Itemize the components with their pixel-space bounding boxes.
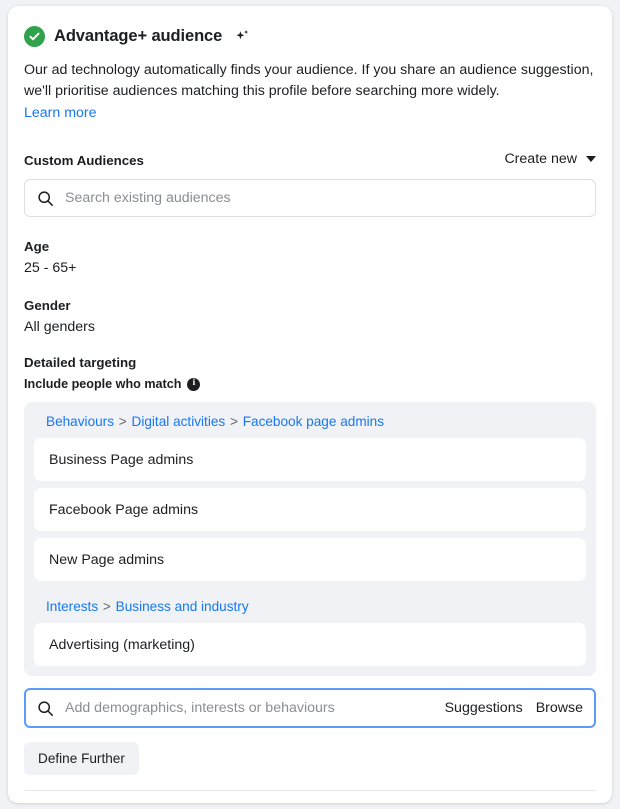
- age-label: Age: [24, 239, 50, 254]
- targeting-item[interactable]: Business Page admins: [34, 438, 586, 481]
- include-people-who-match: Include people who match i: [24, 377, 596, 391]
- define-further-button[interactable]: Define Further: [24, 742, 139, 775]
- chevron-down-icon: [586, 156, 596, 162]
- create-new-dropdown[interactable]: Create new: [504, 151, 596, 168]
- breadcrumb-link[interactable]: Facebook page admins: [243, 414, 384, 429]
- advantage-audience-card: Advantage+ audience Our ad technology au…: [8, 6, 612, 803]
- add-targeting-actions: Suggestions Browse: [445, 700, 583, 716]
- description-block: Our ad technology automatically finds yo…: [24, 60, 594, 124]
- suggestions-button[interactable]: Suggestions: [445, 700, 523, 716]
- breadcrumb-link[interactable]: Digital activities: [132, 414, 226, 429]
- targeting-item[interactable]: New Page admins: [34, 538, 586, 581]
- card-header: Advantage+ audience: [24, 26, 596, 47]
- targeting-panel: Behaviours > Digital activities > Facebo…: [24, 402, 596, 676]
- gender-label: Gender: [24, 298, 71, 313]
- custom-audiences-search-input[interactable]: Search existing audiences: [24, 179, 596, 217]
- custom-audiences-header: Custom Audiences Create new: [24, 151, 596, 168]
- create-new-label: Create new: [504, 151, 577, 167]
- breadcrumb: Behaviours > Digital activities > Facebo…: [46, 414, 385, 429]
- gender-value: All genders: [24, 319, 95, 335]
- breadcrumb-link[interactable]: Behaviours: [46, 414, 114, 429]
- footer-divider: [24, 790, 596, 791]
- search-icon: [37, 190, 54, 207]
- detailed-targeting-label: Detailed targeting: [24, 355, 137, 370]
- page-title: Advantage+ audience: [54, 27, 223, 45]
- custom-audiences-label: Custom Audiences: [24, 153, 144, 168]
- info-icon[interactable]: i: [187, 377, 201, 391]
- age-value: 25 - 65+: [24, 260, 77, 276]
- age-section: Age 25 - 65+: [24, 239, 596, 276]
- targeting-item[interactable]: Advertising (marketing): [34, 623, 586, 666]
- breadcrumb: Interests > Business and industry: [46, 599, 249, 614]
- search-icon: [37, 700, 54, 717]
- custom-audiences-search-placeholder: Search existing audiences: [65, 190, 231, 206]
- detailed-targeting-section: Detailed targeting Include people who ma…: [24, 355, 596, 775]
- add-targeting-input[interactable]: Add demographics, interests or behaviour…: [24, 688, 596, 728]
- check-circle-icon: [24, 26, 45, 47]
- page-background: Advantage+ audience Our ad technology au…: [0, 0, 620, 809]
- description-text: Our ad technology automatically finds yo…: [24, 62, 594, 99]
- breadcrumb-link[interactable]: Interests: [46, 599, 98, 614]
- gender-section: Gender All genders: [24, 298, 596, 335]
- browse-button[interactable]: Browse: [536, 700, 583, 716]
- targeting-item[interactable]: Facebook Page admins: [34, 488, 586, 531]
- breadcrumb-link[interactable]: Business and industry: [116, 599, 249, 614]
- learn-more-link[interactable]: Learn more: [24, 103, 97, 124]
- sparkle-icon: [234, 28, 251, 45]
- add-targeting-placeholder: Add demographics, interests or behaviour…: [65, 700, 335, 716]
- include-people-label: Include people who match: [24, 377, 182, 391]
